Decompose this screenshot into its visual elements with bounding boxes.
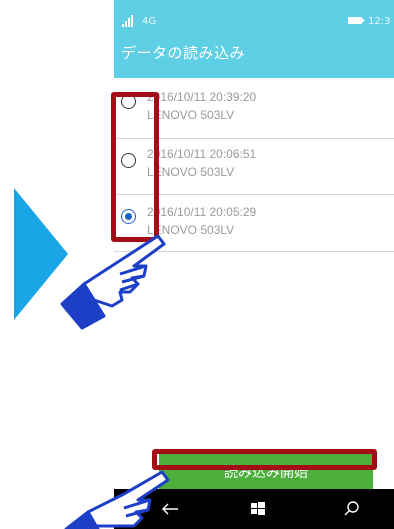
app-header: 4G 12:3 データの読み込み xyxy=(114,0,394,78)
status-bar: 4G 12:3 xyxy=(114,12,394,32)
signal-strength-icon xyxy=(122,15,133,27)
record-date: 2016/10/11 20:39:20 xyxy=(147,90,257,104)
windows-icon[interactable] xyxy=(246,497,270,521)
search-icon[interactable] xyxy=(340,497,364,521)
record-date: 2016/10/11 20:05:29 xyxy=(147,205,257,219)
record-device: LENOVO 503LV xyxy=(147,165,235,179)
page-title: データの読み込み xyxy=(121,44,246,62)
radio-highlight-frame xyxy=(111,92,159,242)
battery-icon xyxy=(348,17,364,24)
pointing-hand-icon xyxy=(64,470,170,529)
pointing-hand-icon xyxy=(60,234,166,330)
record-date: 2016/10/11 20:06:51 xyxy=(147,147,257,161)
record-device: LENOVO 503LV xyxy=(147,108,235,122)
tutorial-stage: 4G 12:3 データの読み込み 2016/10/11 20:39:20 LEN… xyxy=(0,0,394,529)
clock: 12:3 xyxy=(368,16,391,27)
network-type: 4G xyxy=(142,16,157,27)
button-highlight-frame xyxy=(152,449,377,470)
